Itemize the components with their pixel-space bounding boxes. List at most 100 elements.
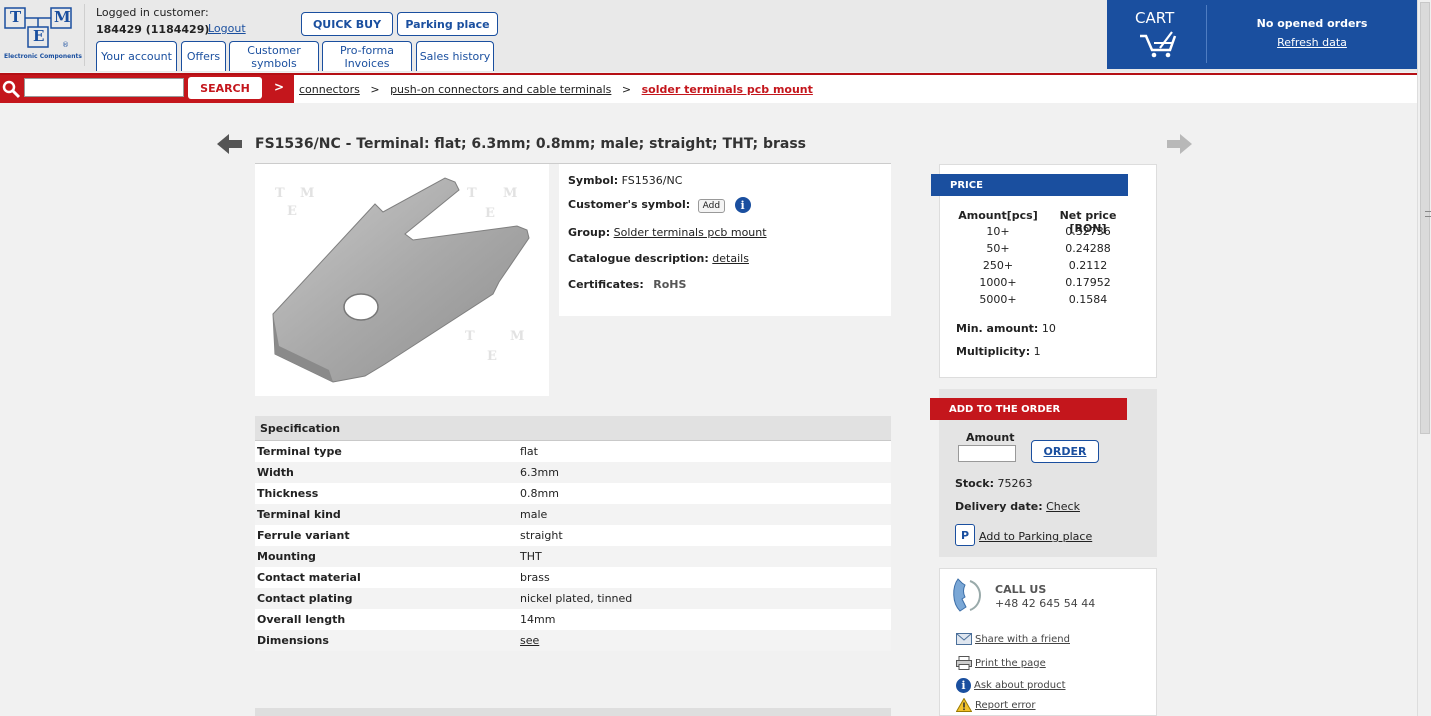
- min-amount-label: Min. amount:: [956, 322, 1039, 335]
- next-product-arrow-icon[interactable]: [1167, 133, 1193, 155]
- amount-label: Amount: [966, 431, 1015, 444]
- spec-value: nickel plated, tinned: [520, 592, 633, 605]
- quick-buy-button[interactable]: QUICK BUY: [301, 12, 393, 36]
- print-page-link[interactable]: Print the page: [956, 656, 1046, 670]
- spec-value: 6.3mm: [520, 466, 559, 479]
- order-box: ADD TO THE ORDER Amount ORDER Stock: 752…: [930, 389, 1157, 557]
- logo-letter-t: T: [10, 8, 22, 26]
- multiplicity-label: Multiplicity:: [956, 345, 1031, 358]
- certificates-row: Certificates: RoHS: [568, 278, 686, 291]
- product-info: Symbol: FS1536/NC Customer's symbol: Add…: [559, 164, 891, 316]
- previous-product-arrow-icon[interactable]: [217, 133, 243, 155]
- multiplicity: Multiplicity: 1: [956, 345, 1041, 358]
- price-table: Amount[pcs] Net price [RON] 10+ 0.32736 50…: [956, 209, 1136, 310]
- rohs-icon[interactable]: RoHS: [653, 278, 686, 291]
- customer-info: Logged in customer: 184429 (1184429): [96, 6, 209, 36]
- delivery-label: Delivery date:: [955, 500, 1043, 513]
- search-panel: SEARCH >: [0, 75, 294, 103]
- share-with-friend-link[interactable]: Share with a friend: [956, 633, 1070, 645]
- info-icon[interactable]: i: [734, 197, 751, 213]
- call-us-label: CALL US: [995, 583, 1047, 596]
- breadcrumb-connectors[interactable]: connectors: [299, 83, 360, 96]
- specification-title: Specification: [255, 416, 891, 441]
- price-amount: 50+: [986, 242, 1010, 255]
- header-divider: [84, 4, 85, 66]
- stock-label: Stock:: [955, 477, 994, 490]
- search-icon: [2, 80, 21, 99]
- search-arrow-icon: >: [274, 80, 285, 94]
- group-row: Group: Solder terminals pcb mount: [568, 226, 767, 239]
- breadcrumb: connectors > push-on connectors and cabl…: [299, 83, 813, 96]
- search-input[interactable]: [24, 78, 184, 97]
- spec-key: Contact material: [257, 571, 361, 584]
- price-amount: 1000+: [979, 276, 1017, 289]
- tab-your-account[interactable]: Your account: [96, 41, 177, 71]
- symbol-value: FS1536/NC: [621, 174, 683, 187]
- customer-label: Logged in customer:: [96, 6, 209, 19]
- logout-link[interactable]: Logout: [208, 22, 246, 35]
- spec-value: flat: [520, 445, 538, 458]
- spec-key: Thickness: [257, 487, 319, 500]
- delivery-check-link[interactable]: Check: [1046, 500, 1080, 513]
- spec-row: Terminal kind male: [255, 504, 891, 525]
- order-title: ADD TO THE ORDER: [930, 398, 1127, 420]
- scrollbar-thumb[interactable]: [1420, 2, 1431, 434]
- print-page-text: Print the page: [975, 657, 1046, 669]
- spec-key: Terminal type: [257, 445, 342, 458]
- warning-icon: [956, 698, 972, 712]
- spec-row: Thickness 0.8mm: [255, 483, 891, 504]
- parking-icon[interactable]: P: [955, 524, 975, 546]
- price-value: 0.17952: [1065, 276, 1111, 289]
- parking-place-button[interactable]: Parking place: [397, 12, 498, 36]
- vertical-scrollbar[interactable]: [1417, 0, 1431, 716]
- breadcrumb-push-on-connectors[interactable]: push-on connectors and cable terminals: [390, 83, 611, 96]
- search-bar: SEARCH > connectors > push-on connectors…: [0, 73, 1417, 103]
- cart-panel[interactable]: CART No opened orders Refresh data: [1107, 0, 1417, 69]
- phone-number: +48 42 645 54 44: [995, 597, 1096, 610]
- spec-value: brass: [520, 571, 550, 584]
- spec-key: Width: [257, 466, 294, 479]
- spec-row: Width 6.3mm: [255, 462, 891, 483]
- group-link[interactable]: Solder terminals pcb mount: [614, 226, 767, 239]
- multiplicity-value: 1: [1033, 345, 1041, 358]
- min-amount-value: 10: [1041, 322, 1056, 335]
- logo-letter-e: E: [33, 27, 45, 45]
- certificates-label: Certificates:: [568, 278, 644, 291]
- search-button[interactable]: SEARCH: [188, 77, 262, 99]
- tab-pro-forma-invoices[interactable]: Pro-forma Invoices: [322, 41, 412, 71]
- cart-icon: [1140, 31, 1177, 58]
- no-orders-text: No opened orders: [1256, 17, 1368, 30]
- header: T M E ® Electronic Components Logged in …: [0, 0, 1417, 72]
- spec-value[interactable]: see: [520, 634, 891, 647]
- spec-row: Overall length 14mm: [255, 609, 891, 630]
- tab-customer-symbols[interactable]: Customer symbols: [229, 41, 319, 71]
- min-amount: Min. amount: 10: [956, 322, 1056, 335]
- product-image[interactable]: T M E T M E T M E T M E: [255, 164, 549, 396]
- add-to-parking-link[interactable]: Add to Parking place: [979, 530, 1092, 543]
- specification-table: Specification Terminal type flat Width 6.3m…: [255, 416, 891, 651]
- breadcrumb-separator: >: [370, 83, 380, 96]
- spec-value: 0.8mm: [520, 487, 559, 500]
- report-error-text: Report error: [975, 699, 1036, 711]
- logo-letter-m: M: [54, 8, 71, 26]
- tab-offers[interactable]: Offers: [181, 41, 226, 71]
- share-with-friend-text: Share with a friend: [975, 633, 1070, 645]
- spec-value: male: [520, 508, 548, 521]
- customer-id: 184429 (1184429): [96, 23, 210, 36]
- price-row: 5000+ 0.1584: [956, 293, 1136, 310]
- ask-about-product-link[interactable]: i Ask about product: [956, 678, 1066, 693]
- catalogue-details-link[interactable]: details: [712, 252, 749, 265]
- order-button[interactable]: ORDER: [1031, 440, 1099, 463]
- stock: Stock: 75263: [955, 477, 1032, 490]
- amount-input[interactable]: [958, 445, 1016, 462]
- tme-logo[interactable]: T M E ® Electronic Components: [2, 5, 82, 63]
- spec-row: Mounting THT: [255, 546, 891, 567]
- spec-value: straight: [520, 529, 563, 542]
- printer-icon: [956, 656, 972, 670]
- add-customer-symbol-button[interactable]: Add: [697, 199, 726, 213]
- breadcrumb-current[interactable]: solder terminals pcb mount: [642, 83, 813, 96]
- tab-sales-history[interactable]: Sales history: [416, 41, 494, 71]
- report-error-link[interactable]: Report error: [956, 698, 1036, 712]
- refresh-data-link[interactable]: Refresh data: [1207, 36, 1417, 49]
- spec-key: Overall length: [257, 613, 346, 626]
